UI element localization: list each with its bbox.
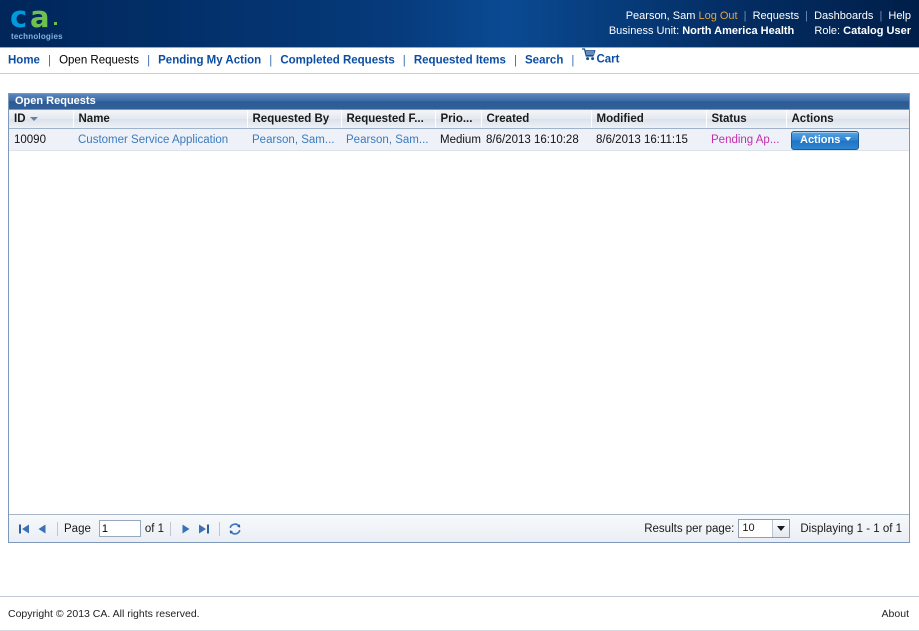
request-name-link[interactable]: Customer Service Application bbox=[78, 134, 228, 146]
banner-context-row: Business Unit: North America Health Role… bbox=[609, 24, 911, 39]
page-footer: Copyright © 2013 CA. All rights reserved… bbox=[0, 596, 919, 631]
actions-button-label: Actions bbox=[800, 133, 841, 146]
logo-mark: c a bbox=[10, 0, 80, 34]
business-unit-value: North America Health bbox=[682, 25, 795, 37]
pagination-controls-left: Page of 1 bbox=[15, 515, 244, 542]
column-header-requested-by[interactable]: Requested By bbox=[247, 110, 342, 129]
table-empty-area bbox=[9, 151, 909, 515]
next-page-icon[interactable] bbox=[177, 519, 195, 539]
nav-item-pending-my-action[interactable]: Pending My Action bbox=[158, 55, 261, 67]
nav-separator: | bbox=[571, 54, 575, 67]
cell-created: 8/6/2013 16:10:28 bbox=[481, 128, 591, 151]
banner-separator: | bbox=[743, 10, 747, 22]
column-header-actions[interactable]: Actions bbox=[786, 110, 909, 129]
column-header-status[interactable]: Status bbox=[706, 110, 787, 129]
nav-separator: | bbox=[48, 54, 52, 67]
page-of-label: of 1 bbox=[144, 522, 165, 535]
log-out-link[interactable]: Log Out bbox=[698, 10, 737, 22]
cell-status: Pending Ap... bbox=[706, 128, 786, 151]
nav-item-cart[interactable]: Cart bbox=[582, 46, 620, 73]
column-header-id[interactable]: ID bbox=[9, 110, 74, 129]
pagination-controls-right: Results per page: 10 Displaying 1 - 1 of… bbox=[644, 515, 902, 542]
role-label: Role: bbox=[814, 25, 841, 37]
logo-tagline: technologies bbox=[11, 32, 63, 41]
cell-priority: Medium bbox=[435, 128, 481, 151]
column-header-created[interactable]: Created bbox=[481, 110, 592, 129]
nav-item-open-requests[interactable]: Open Requests bbox=[59, 55, 139, 67]
cell-name: Customer Service Application bbox=[73, 128, 247, 151]
pagination-bar: Page of 1 bbox=[9, 515, 909, 542]
nav-item-search[interactable]: Search bbox=[525, 55, 563, 67]
logo-trademark-dot bbox=[54, 22, 57, 25]
cell-actions: Actions bbox=[786, 128, 909, 151]
nav-separator: | bbox=[402, 54, 406, 67]
logo-letter-a: a bbox=[30, 0, 50, 34]
cell-modified: 8/6/2013 16:11:15 bbox=[591, 128, 706, 151]
column-header-name[interactable]: Name bbox=[73, 110, 248, 129]
nav-separator: | bbox=[147, 54, 151, 67]
nav-item-cart-label: Cart bbox=[596, 53, 620, 66]
column-header-requested-for[interactable]: Requested F... bbox=[341, 110, 436, 129]
nav-separator: | bbox=[513, 54, 517, 67]
business-unit-label: Business Unit: bbox=[608, 25, 680, 37]
chevron-down-icon bbox=[845, 136, 852, 141]
pager-divider bbox=[170, 521, 172, 536]
cell-requested-for: Pearson, Sam... bbox=[341, 128, 435, 151]
nav-separator: | bbox=[269, 54, 273, 67]
last-page-icon[interactable] bbox=[195, 519, 213, 539]
banner-links-row: Pearson, Sam Log Out | Requests | Dashbo… bbox=[609, 9, 911, 24]
previous-page-icon[interactable] bbox=[33, 519, 51, 539]
refresh-icon[interactable] bbox=[226, 519, 244, 539]
logo-letter-c: c bbox=[10, 0, 27, 34]
sort-descending-icon bbox=[29, 117, 38, 121]
first-page-icon[interactable] bbox=[15, 519, 33, 539]
panel-title: Open Requests bbox=[9, 94, 909, 110]
page-label: Page bbox=[64, 522, 91, 535]
open-requests-panel: Open Requests ID Name Requested By Reque… bbox=[8, 93, 910, 543]
copyright-text: Copyright © 2013 CA. All rights reserved… bbox=[8, 608, 200, 620]
pager-divider bbox=[57, 521, 58, 536]
cell-id: 10090 bbox=[9, 128, 73, 151]
page-number-input[interactable] bbox=[98, 520, 141, 537]
dashboards-link[interactable]: Dashboards bbox=[814, 10, 873, 22]
chevron-down-icon[interactable] bbox=[772, 520, 790, 537]
requested-for-link[interactable]: Pearson, Sam... bbox=[346, 134, 428, 146]
banner-separator: | bbox=[879, 10, 883, 22]
help-link[interactable]: Help bbox=[888, 10, 911, 22]
results-per-page-select[interactable]: 10 bbox=[738, 519, 791, 538]
ca-technologies-logo[interactable]: c a technologies bbox=[10, 0, 90, 44]
about-link[interactable]: About bbox=[882, 608, 909, 620]
nav-item-completed-requests[interactable]: Completed Requests bbox=[280, 55, 394, 67]
column-header-priority[interactable]: Prio... bbox=[435, 110, 482, 129]
banner-separator: | bbox=[805, 10, 808, 22]
pager-divider bbox=[219, 521, 221, 536]
requested-by-link[interactable]: Pearson, Sam... bbox=[252, 134, 334, 146]
requests-table: ID Name Requested By Requested F... Prio… bbox=[9, 110, 909, 151]
cell-requested-by: Pearson, Sam... bbox=[247, 128, 341, 151]
main-navigation: Home | Open Requests | Pending My Action… bbox=[0, 48, 919, 74]
shopping-cart-icon bbox=[582, 46, 597, 71]
table-header-row: ID Name Requested By Requested F... Prio… bbox=[9, 110, 909, 129]
displaying-range-label: Displaying 1 - 1 of 1 bbox=[800, 522, 902, 535]
nav-item-home[interactable]: Home bbox=[8, 55, 40, 67]
banner-user-name: Pearson, Sam bbox=[625, 10, 696, 22]
column-header-modified[interactable]: Modified bbox=[591, 110, 707, 129]
top-banner: c a technologies Pearson, Sam Log Out | … bbox=[0, 0, 919, 48]
actions-button[interactable]: Actions bbox=[791, 130, 860, 150]
results-per-page-value: 10 bbox=[739, 520, 773, 537]
requests-link[interactable]: Requests bbox=[753, 10, 799, 22]
banner-user-info: Pearson, Sam Log Out | Requests | Dashbo… bbox=[609, 9, 911, 39]
nav-item-requested-items[interactable]: Requested Items bbox=[414, 55, 506, 67]
table-row[interactable]: 10090 Customer Service Application Pears… bbox=[9, 128, 909, 151]
column-header-id-label: ID bbox=[14, 113, 26, 125]
caret-shape bbox=[777, 526, 786, 531]
role-value: Catalog User bbox=[843, 25, 911, 37]
footer-inner: Copyright © 2013 CA. All rights reserved… bbox=[0, 597, 919, 631]
results-per-page-label: Results per page: bbox=[644, 522, 735, 535]
status-badge: Pending Ap... bbox=[711, 133, 780, 146]
